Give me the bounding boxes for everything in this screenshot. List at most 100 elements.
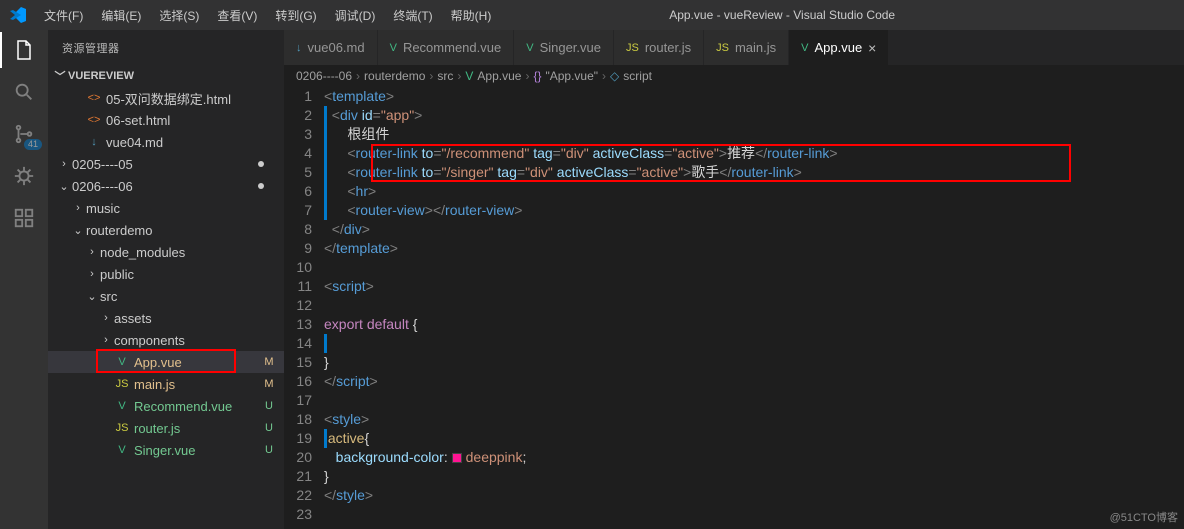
chevron-down-icon: ⌄ bbox=[84, 290, 100, 303]
breadcrumb-icon: V bbox=[465, 69, 473, 83]
tree-row[interactable]: ⌄src bbox=[48, 285, 284, 307]
git-status: U bbox=[262, 444, 276, 456]
file-icon: V bbox=[114, 356, 130, 368]
tree-row[interactable]: ⌄routerdemo bbox=[48, 219, 284, 241]
breadcrumb-item[interactable]: src bbox=[437, 69, 453, 83]
tree-row[interactable]: ↓vue04.md bbox=[48, 131, 284, 153]
menu-item[interactable]: 编辑(E) bbox=[92, 7, 150, 24]
tree-row[interactable]: VApp.vueM bbox=[48, 351, 284, 373]
file-tree: <>05-双问数据绑定.html<>06-set.html↓vue04.md›0… bbox=[48, 87, 284, 529]
code-line[interactable]: <router-link to="/singer" tag="div" acti… bbox=[324, 163, 1184, 182]
editor-tab[interactable]: VRecommend.vue bbox=[378, 30, 515, 65]
tree-label: components bbox=[114, 333, 276, 348]
tab-label: vue06.md bbox=[308, 40, 365, 55]
file-icon: JS bbox=[114, 378, 130, 390]
editor-tab[interactable]: ↓vue06.md bbox=[284, 30, 378, 65]
tree-label: App.vue bbox=[134, 355, 262, 370]
tree-row[interactable]: ⌄0206----06 bbox=[48, 175, 284, 197]
debug-icon[interactable] bbox=[12, 164, 36, 188]
breadcrumb-item[interactable]: routerdemo bbox=[364, 69, 425, 83]
chevron-right-icon: › bbox=[84, 246, 100, 258]
code-line[interactable]: <router-link to="/recommend" tag="div" a… bbox=[324, 144, 1184, 163]
tree-row[interactable]: <>05-双问数据绑定.html bbox=[48, 87, 284, 109]
tab-label: Recommend.vue bbox=[403, 40, 501, 55]
code-line[interactable]: </script> bbox=[324, 372, 1184, 391]
code-line[interactable]: export default { bbox=[324, 315, 1184, 334]
code-line[interactable]: <style> bbox=[324, 410, 1184, 429]
menu-item[interactable]: 帮助(H) bbox=[442, 7, 501, 24]
menu-item[interactable]: 终端(T) bbox=[384, 7, 441, 24]
close-icon[interactable]: × bbox=[868, 40, 876, 56]
breadcrumb-item[interactable]: 0206----06 bbox=[296, 69, 352, 83]
code-line[interactable]: } bbox=[324, 353, 1184, 372]
breadcrumb-item[interactable]: script bbox=[623, 69, 652, 83]
menu-item[interactable]: 查看(V) bbox=[208, 7, 266, 24]
tree-row[interactable]: JSrouter.jsU bbox=[48, 417, 284, 439]
code-lines[interactable]: <template> <div id="app"> 根组件 <router-li… bbox=[324, 87, 1184, 529]
source-control-icon[interactable]: 41 bbox=[12, 122, 36, 146]
tree-row[interactable]: ›node_modules bbox=[48, 241, 284, 263]
code-line[interactable] bbox=[324, 296, 1184, 315]
code-line[interactable] bbox=[324, 391, 1184, 410]
editor-tab[interactable]: VSinger.vue bbox=[514, 30, 614, 65]
code-line[interactable]: <script> bbox=[324, 277, 1184, 296]
file-icon: ↓ bbox=[86, 136, 102, 148]
window-title: App.vue - vueReview - Visual Studio Code bbox=[500, 8, 1064, 22]
code-line[interactable]: } bbox=[324, 467, 1184, 486]
code-line[interactable]: background-color: deeppink; bbox=[324, 448, 1184, 467]
code-line[interactable]: <div id="app"> bbox=[324, 106, 1184, 125]
tree-row[interactable]: ›music bbox=[48, 197, 284, 219]
tree-row[interactable]: VSinger.vueU bbox=[48, 439, 284, 461]
code-line[interactable]: </div> bbox=[324, 220, 1184, 239]
menu-item[interactable]: 转到(G) bbox=[266, 7, 325, 24]
tree-label: 05-双问数据绑定.html bbox=[106, 89, 276, 108]
code-line[interactable]: </style> bbox=[324, 486, 1184, 505]
line-gutter: 1234567891011121314151617181920212223 bbox=[284, 87, 324, 529]
sidebar-section[interactable]: ﹀ VUEREVIEW bbox=[48, 65, 284, 87]
file-icon: V bbox=[114, 444, 130, 456]
sidebar-header: 资源管理器 bbox=[48, 30, 284, 65]
code-editor[interactable]: 1234567891011121314151617181920212223 <t… bbox=[284, 87, 1184, 529]
tree-label: 06-set.html bbox=[106, 113, 276, 128]
extensions-icon[interactable] bbox=[12, 206, 36, 230]
code-line[interactable] bbox=[324, 334, 1184, 353]
tree-row[interactable]: JSmain.jsM bbox=[48, 373, 284, 395]
file-icon: V bbox=[114, 400, 130, 412]
chevron-right-icon: › bbox=[602, 69, 606, 83]
tree-row[interactable]: ›public bbox=[48, 263, 284, 285]
tree-label: src bbox=[100, 289, 276, 304]
tree-label: main.js bbox=[134, 377, 262, 392]
code-line[interactable]: 根组件 bbox=[324, 125, 1184, 144]
code-line[interactable] bbox=[324, 505, 1184, 524]
explorer-icon[interactable] bbox=[12, 38, 36, 62]
git-status: U bbox=[262, 422, 276, 434]
watermark: @51CTO博客 bbox=[1110, 509, 1178, 525]
editor-tab[interactable]: JSrouter.js bbox=[614, 30, 704, 65]
tree-row[interactable]: ›components bbox=[48, 329, 284, 351]
code-line[interactable]: <template> bbox=[324, 87, 1184, 106]
breadcrumb-item[interactable]: "App.vue" bbox=[545, 69, 598, 83]
tree-row[interactable]: ›assets bbox=[48, 307, 284, 329]
menu-item[interactable]: 选择(S) bbox=[150, 7, 208, 24]
menu-item[interactable]: 调试(D) bbox=[326, 7, 385, 24]
code-line[interactable]: <hr> bbox=[324, 182, 1184, 201]
tree-row[interactable]: ›0205----05 bbox=[48, 153, 284, 175]
chevron-down-icon: ⌄ bbox=[70, 224, 86, 237]
editor-tab[interactable]: VApp.vue× bbox=[789, 30, 889, 65]
chevron-right-icon: › bbox=[356, 69, 360, 83]
breadcrumbs[interactable]: 0206----06›routerdemo›src›VApp.vue›{}"Ap… bbox=[284, 65, 1184, 87]
tree-row[interactable]: <>06-set.html bbox=[48, 109, 284, 131]
chevron-right-icon: › bbox=[429, 69, 433, 83]
search-icon[interactable] bbox=[12, 80, 36, 104]
code-line[interactable]: <router-view></router-view> bbox=[324, 201, 1184, 220]
menu-item[interactable]: 文件(F) bbox=[35, 7, 92, 24]
breadcrumb-item[interactable]: App.vue bbox=[477, 69, 521, 83]
code-line[interactable]: .active{ bbox=[324, 429, 1184, 448]
tree-label: Recommend.vue bbox=[134, 399, 262, 414]
code-line[interactable]: </template> bbox=[324, 239, 1184, 258]
activity-bar: 41 bbox=[0, 30, 48, 529]
code-line[interactable] bbox=[324, 258, 1184, 277]
vscode-logo-icon bbox=[0, 7, 35, 23]
editor-tab[interactable]: JSmain.js bbox=[704, 30, 789, 65]
tree-row[interactable]: VRecommend.vueU bbox=[48, 395, 284, 417]
